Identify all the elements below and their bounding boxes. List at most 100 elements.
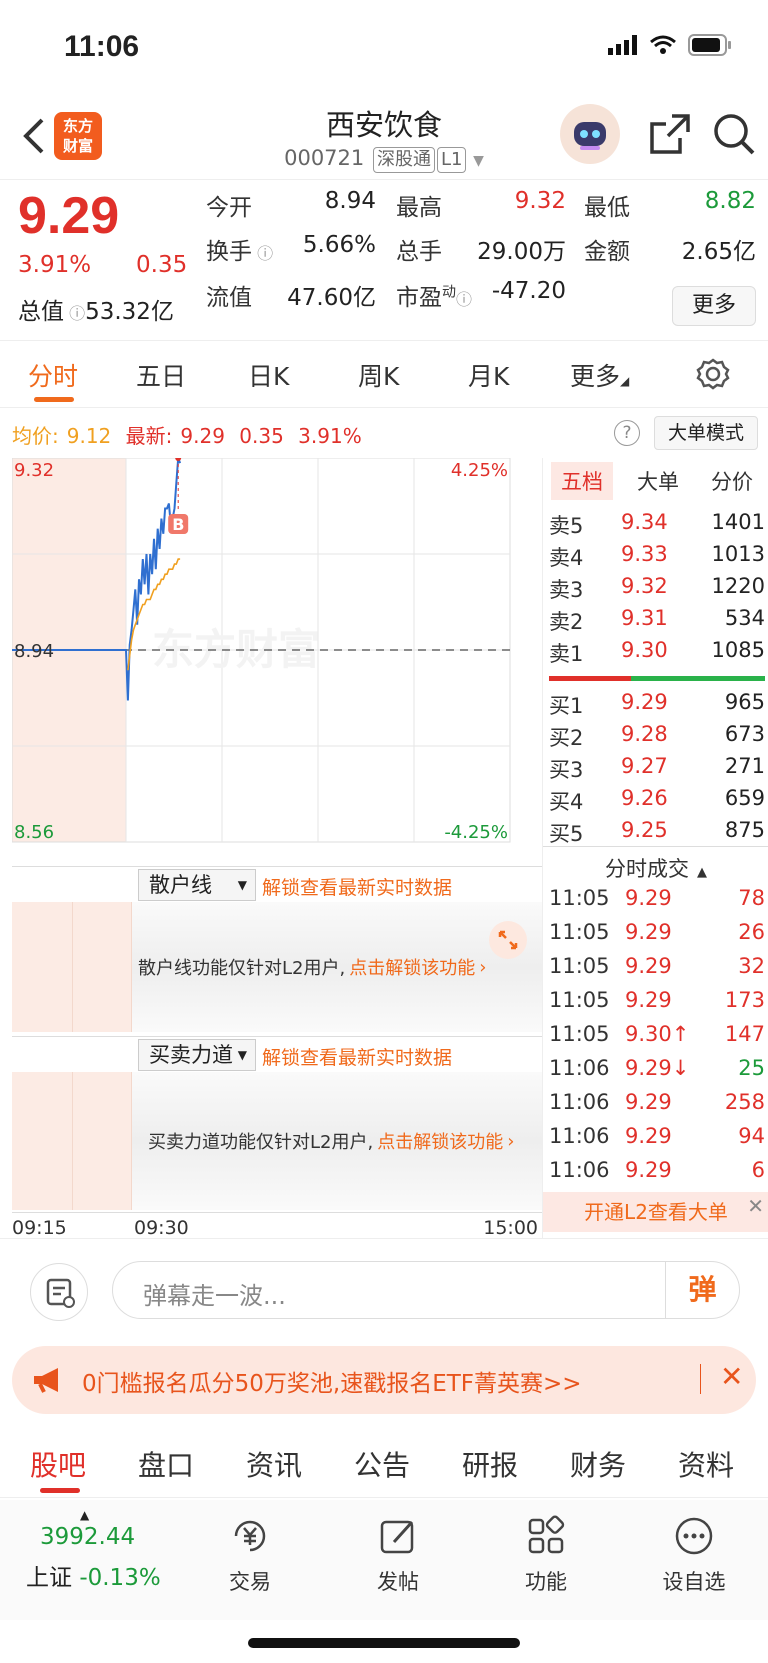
tab-underline <box>34 397 74 402</box>
tab-profile[interactable]: 资料 <box>678 1444 734 1484</box>
y-label-low: 8.56 <box>14 822 54 843</box>
avg-label: 均价: <box>12 424 59 448</box>
force-select[interactable]: 买卖力道 ▼ <box>138 1039 256 1071</box>
close-icon[interactable]: ✕ <box>747 1194 764 1218</box>
tab-weekly-k[interactable]: 周K <box>358 357 399 393</box>
more-button[interactable]: 更多 <box>672 286 756 326</box>
force-lock-message[interactable]: 买卖力道功能仅针对L2用户, 点击解锁该功能 › <box>148 1072 514 1210</box>
tab-research[interactable]: 研报 <box>462 1444 518 1484</box>
tab-more[interactable]: 更多◢ <box>570 357 629 393</box>
amount-value: 2.65亿 <box>681 239 756 265</box>
low-value: 8.82 <box>704 188 756 214</box>
force-unlock-link[interactable]: 解锁查看最新实时数据 <box>262 1043 452 1070</box>
y-label-pct-low: -4.25% <box>444 822 508 843</box>
trade-row: 11:06 9.29 94 <box>549 1124 765 1148</box>
retail-lock-message[interactable]: 散户线功能仅针对L2用户, 点击解锁该功能 › <box>138 902 486 1032</box>
open-l2-button[interactable]: 开通L2查看大单 <box>543 1192 768 1232</box>
trade-row: 11:06 9.29↓ 25 <box>549 1056 765 1080</box>
retail-line-header: 散户线 ▼ 解锁查看最新实时数据 <box>12 866 542 902</box>
status-time: 11:06 <box>64 30 140 63</box>
ask-row-2: 卖2 9.31 534 <box>549 606 765 634</box>
functions-button[interactable]: 功能 <box>496 1514 596 1596</box>
trade-ticks-header[interactable]: 分时成交 ▲ <box>543 846 768 881</box>
open-label: 今开 <box>206 195 252 221</box>
tab-daily-k[interactable]: 日K <box>248 357 289 393</box>
time-label-start: 09:15 <box>12 1217 67 1239</box>
tab-five-day[interactable]: 五日 <box>136 357 186 393</box>
tab-finance[interactable]: 财务 <box>570 1444 626 1484</box>
bid-row-1: 买1 9.29 965 <box>549 690 765 718</box>
danmaku-send-button[interactable]: 弹 <box>665 1262 739 1318</box>
tab-price-dist[interactable]: 分价 <box>711 466 753 496</box>
tab-announcements[interactable]: 公告 <box>354 1444 410 1484</box>
tab-intraday[interactable]: 分时 <box>28 357 78 393</box>
float-label: 流值 <box>206 285 252 311</box>
volume-value: 29.00万 <box>477 239 566 265</box>
retail-line-select[interactable]: 散户线 ▼ <box>138 869 256 901</box>
trade-row: 11:05 9.30↑ 147 <box>549 1022 765 1046</box>
connect-tag: 深股通 <box>372 147 435 173</box>
high-value: 9.32 <box>514 188 566 214</box>
open-value: 8.94 <box>324 188 376 214</box>
status-bar: 11:06 <box>0 0 768 96</box>
tab-forum[interactable]: 股吧 <box>30 1444 86 1484</box>
add-watchlist-button[interactable]: 设自选 <box>644 1514 744 1596</box>
tab-five-levels[interactable]: 五档 <box>551 462 613 500</box>
promo-text[interactable]: 0门槛报名瓜分50万奖池,速戳报名ETF菁英赛>> <box>82 1364 582 1398</box>
tab-news[interactable]: 资讯 <box>246 1444 302 1484</box>
danmaku-input[interactable]: 弹幕走一波... 弹 <box>112 1261 740 1319</box>
force-header: 买卖力道 ▼ 解锁查看最新实时数据 <box>12 1036 542 1072</box>
float-value: 47.60亿 <box>287 285 376 311</box>
trade-button[interactable]: 交易 <box>200 1514 300 1596</box>
avg-price-line: 均价: 9.12 最新: 9.29 0.35 3.91% <box>12 420 370 449</box>
promo-banner[interactable]: 0门槛报名瓜分50万奖池,速戳报名ETF菁英赛>> ✕ <box>12 1346 756 1414</box>
last-price: 9.29 <box>18 187 120 245</box>
index-value[interactable]: 3992.44 <box>40 1524 135 1550</box>
chevron-down-icon: ▼ <box>473 153 484 169</box>
y-label-high: 9.32 <box>14 460 54 481</box>
edit-icon <box>380 1520 414 1554</box>
retail-line-panel: 散户线功能仅针对L2用户, 点击解锁该功能 › <box>12 902 542 1032</box>
assistant-robot-icon[interactable] <box>560 104 620 164</box>
settings-gear-icon[interactable] <box>696 357 730 391</box>
big-order-mode-button[interactable]: 大单模式 <box>654 416 758 450</box>
battery-icon <box>688 34 731 56</box>
y-label-prev: 8.94 <box>14 641 54 662</box>
danmaku-placeholder: 弹幕走一波... <box>143 1282 286 1310</box>
bid-row-4: 买4 9.26 659 <box>549 786 765 814</box>
danmaku-settings-icon[interactable] <box>30 1263 88 1321</box>
help-icon[interactable]: ? <box>614 420 640 446</box>
close-banner-icon[interactable]: ✕ <box>720 1360 743 1393</box>
megaphone-icon <box>34 1368 58 1393</box>
home-indicator <box>248 1638 520 1648</box>
yen-icon <box>234 1520 266 1552</box>
bid-ask-ratio-bar <box>549 676 765 681</box>
index-name[interactable]: 上证 -0.13% <box>26 1558 161 1592</box>
bid-row-2: 买2 9.28 673 <box>549 722 765 750</box>
stock-header: 东方 财富 西安饮食 000721 深股通 L1 ▼ <box>0 96 768 180</box>
intraday-chart[interactable]: 东方财富B9.328.948.564.25%-4.25% <box>12 458 542 866</box>
buy-marker-text: B <box>172 515 184 534</box>
retail-unlock-link[interactable]: 解锁查看最新实时数据 <box>262 873 452 900</box>
ask-row-5: 卖5 9.34 1401 <box>549 510 765 538</box>
tab-orderbook[interactable]: 盘口 <box>138 1444 194 1484</box>
market-cap: 总值 ⓘ53.32亿 <box>18 299 174 325</box>
change-amount: 0.35 <box>136 252 188 278</box>
low-label: 最低 <box>584 195 630 221</box>
last-pct: 3.91% <box>298 424 362 448</box>
level-tag: L1 <box>436 147 467 173</box>
pe-value: -47.20 <box>491 278 566 304</box>
expand-icon[interactable] <box>488 920 528 960</box>
tab-big-orders[interactable]: 大单 <box>637 466 679 496</box>
order-book: 五档 大单 分价 卖5 9.34 1401 卖4 9.33 1013 卖3 9.32 122… <box>542 458 768 1238</box>
ask-row-1: 卖1 9.30 1085 <box>549 638 765 666</box>
pe-label: 市盈动ⓘ <box>396 284 473 311</box>
post-button[interactable]: 发帖 <box>348 1514 448 1596</box>
tab-monthly-k[interactable]: 月K <box>468 357 509 393</box>
trade-row: 11:06 9.29 258 <box>549 1090 765 1114</box>
change-percent: 3.91% <box>18 252 92 278</box>
turnover-value: 5.66% <box>302 232 376 258</box>
more-dots-icon <box>675 1517 713 1555</box>
share-icon[interactable] <box>648 112 692 156</box>
search-icon[interactable] <box>712 112 756 156</box>
